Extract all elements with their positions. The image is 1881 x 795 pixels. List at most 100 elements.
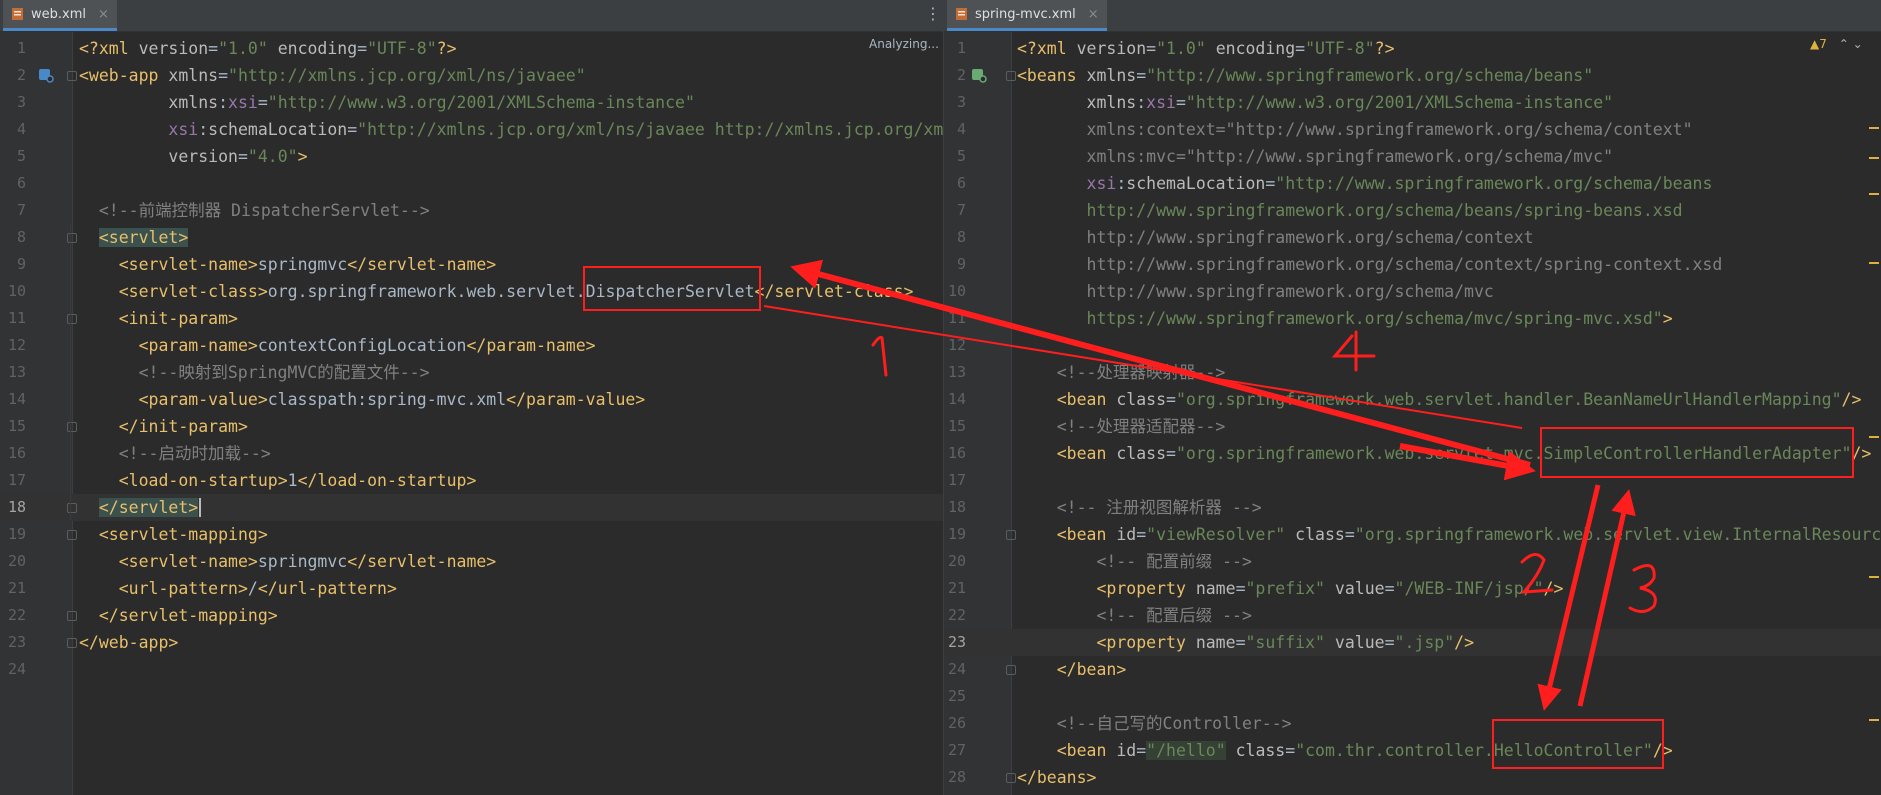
fold-toggle-icon[interactable]	[67, 422, 77, 432]
code-line[interactable]: http://www.springframework.org/schema/co…	[1017, 251, 1723, 278]
code-line[interactable]: <servlet-mapping>	[79, 521, 268, 548]
tab-spring-mvc-xml[interactable]: spring-mvc.xml ×	[947, 0, 1107, 31]
warning-stripe[interactable]	[1869, 719, 1879, 721]
code-token: =	[1295, 39, 1306, 58]
code-editor[interactable]: 1 <?xml version="1.0" encoding="UTF-8"?> 2…	[944, 32, 1881, 795]
fold-toggle-icon[interactable]	[67, 530, 77, 540]
line-number: 4	[16, 120, 26, 138]
code-line[interactable]: </web-app>	[79, 629, 178, 656]
code-line[interactable]: <!--处理器适配器-->	[1017, 413, 1226, 440]
warning-stripe[interactable]	[1869, 127, 1879, 129]
code-line[interactable]: <!--启动时加载-->	[79, 440, 271, 467]
code-token: <!--启动时加载-->	[79, 444, 271, 463]
code-line[interactable]: version="4.0">	[79, 143, 307, 170]
code-token: ".jsp"	[1394, 633, 1455, 652]
code-line[interactable]: <!--处理器映射器-->	[1017, 359, 1226, 386]
code-token: =	[257, 93, 268, 112]
code-line[interactable]: <!-- 注册视图解析器 -->	[1017, 494, 1262, 521]
fold-toggle-icon[interactable]	[67, 611, 77, 621]
code-token: =	[1136, 741, 1147, 760]
code-line[interactable]: xmlns:mvc="http://www.springframework.or…	[1017, 143, 1614, 170]
code-token: <!--前端控制器 DispatcherServlet-->	[79, 201, 430, 220]
code-line[interactable]: <?xml version="1.0" encoding="UTF-8"?>	[1017, 35, 1395, 62]
code-token: <?xml	[1017, 39, 1077, 58]
code-editor[interactable]: 1 <?xml version="1.0" encoding="UTF-8"?> 2…	[0, 32, 943, 795]
code-line[interactable]: </bean>	[1017, 656, 1127, 683]
line-number: 9	[956, 255, 966, 273]
web-descriptor-icon[interactable]	[38, 67, 54, 83]
code-token: https://www.springframework.org/schema/m…	[1017, 309, 1663, 328]
warning-stripe[interactable]	[1869, 193, 1879, 195]
code-line[interactable]: <param-name>contextConfigLocation</param…	[79, 332, 596, 359]
line-number: 13	[7, 363, 26, 381]
code-line[interactable]: <load-on-startup>1</load-on-startup>	[79, 467, 477, 494]
fold-toggle-icon[interactable]	[1006, 665, 1016, 675]
code-line[interactable]: </init-param>	[79, 413, 248, 440]
code-line[interactable]: <param-value>classpath:spring-mvc.xml</p…	[79, 386, 646, 413]
warning-stripe[interactable]	[1869, 576, 1879, 578]
code-line[interactable]: <!-- 配置前缀 -->	[1017, 548, 1251, 575]
code-line[interactable]: xsi:schemaLocation="http://www.springfra…	[1017, 170, 1713, 197]
fold-toggle-icon[interactable]	[1006, 773, 1016, 783]
line-number: 26	[947, 714, 966, 732]
code-line[interactable]: http://www.springframework.org/schema/be…	[1017, 197, 1683, 224]
line-number: 20	[7, 552, 26, 570]
code-line[interactable]: <!--自己写的Controller-->	[1017, 710, 1292, 737]
code-line[interactable]: http://www.springframework.org/schema/co…	[1017, 224, 1534, 251]
fold-toggle-icon[interactable]	[1006, 530, 1016, 540]
line-number: 12	[7, 336, 26, 354]
more-options-icon[interactable]: ⋮	[925, 6, 941, 22]
code-line[interactable]: <?xml version="1.0" encoding="UTF-8"?>	[79, 35, 457, 62]
fold-toggle-icon[interactable]	[67, 503, 77, 513]
code-token: schemaLocation	[208, 120, 348, 139]
code-line[interactable]: </beans>	[1017, 764, 1096, 791]
close-tab-icon[interactable]: ×	[98, 7, 109, 22]
code-line[interactable]: xsi:schemaLocation="http://xmlns.jcp.org…	[79, 116, 943, 143]
code-line[interactable]: <!--映射到SpringMVC的配置文件-->	[79, 359, 430, 386]
fold-toggle-icon[interactable]	[1006, 71, 1016, 81]
code-line[interactable]: <servlet>	[79, 224, 189, 251]
code-token: </servlet-name>	[347, 255, 497, 274]
code-line[interactable]: <beans xmlns="http://www.springframework…	[1017, 62, 1593, 89]
line-number: 2	[956, 66, 966, 84]
code-token: "suffix"	[1245, 633, 1325, 652]
fold-toggle-icon[interactable]	[67, 71, 77, 81]
fold-toggle-icon[interactable]	[67, 314, 77, 324]
code-line[interactable]: <url-pattern>/</url-pattern>	[79, 575, 397, 602]
code-line[interactable]: <property name="prefix" value="/WEB-INF/…	[1017, 575, 1563, 602]
close-tab-icon[interactable]: ×	[1088, 7, 1099, 22]
warning-stripe[interactable]	[1869, 262, 1879, 264]
code-line[interactable]: xmlns:xsi="http://www.w3.org/2001/XMLSch…	[1017, 89, 1614, 116]
code-line[interactable]: <servlet-class>org.springframework.web.s…	[79, 278, 914, 305]
warning-stripe[interactable]	[1869, 436, 1879, 438]
code-line[interactable]: <servlet-name>springmvc</servlet-name>	[79, 251, 497, 278]
code-line[interactable]: <property name="suffix" value=".jsp"/>	[1017, 629, 1474, 656]
tab-web-xml[interactable]: web.xml ×	[3, 0, 117, 31]
code-line[interactable]: https://www.springframework.org/schema/m…	[1017, 305, 1673, 332]
code-line[interactable]: <servlet-name>springmvc</servlet-name>	[79, 548, 497, 575]
fold-toggle-icon[interactable]	[67, 638, 77, 648]
code-line[interactable]: xmlns:xsi="http://www.w3.org/2001/XMLSch…	[79, 89, 695, 116]
code-token: "org.springframework.web.servlet.handler…	[1175, 390, 1842, 409]
code-line[interactable]: xmlns:context="http://www.springframewor…	[1017, 116, 1693, 143]
code-line[interactable]: <init-param>	[79, 305, 238, 332]
line-number: 24	[7, 660, 26, 678]
code-line[interactable]: </servlet>	[79, 494, 199, 521]
code-line[interactable]: <bean class="org.springframework.web.ser…	[1017, 386, 1862, 413]
code-token: <load-on-startup>	[118, 471, 288, 490]
fold-toggle-icon[interactable]	[67, 233, 77, 243]
code-line[interactable]: <!--前端控制器 DispatcherServlet-->	[79, 197, 430, 224]
tab-label: spring-mvc.xml	[975, 6, 1076, 22]
code-line[interactable]: </servlet-mapping>	[79, 602, 278, 629]
spring-bean-icon[interactable]	[971, 67, 987, 83]
code-token: <!-- 注册视图解析器 -->	[1017, 498, 1262, 517]
warning-stripe[interactable]	[1869, 157, 1879, 159]
code-line[interactable]: <bean id="viewResolver" class="org.sprin…	[1017, 521, 1881, 548]
code-token: encoding	[1205, 39, 1296, 58]
code-line[interactable]: <!-- 配置后缀 -->	[1017, 602, 1251, 629]
code-line[interactable]: <web-app xmlns="http://xmlns.jcp.org/xml…	[79, 62, 586, 89]
code-line[interactable]: http://www.springframework.org/schema/mv…	[1017, 278, 1494, 305]
